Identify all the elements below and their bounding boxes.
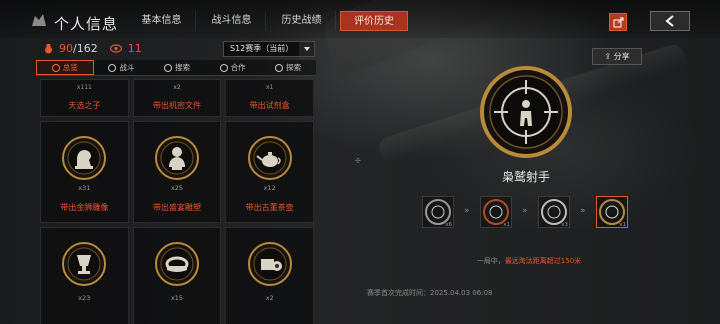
medal-count: 90/162 — [59, 42, 98, 55]
logo-icon — [32, 14, 46, 26]
tier-count: x1 — [503, 222, 510, 228]
medal-count-label: x12 — [263, 184, 276, 192]
medal-count-label: x25 — [170, 184, 184, 192]
back-icon — [665, 15, 674, 27]
first-complete-time: 赛季首次完成时间：2025.04.03 06:08 — [367, 289, 493, 297]
tier-node[interactable]: x1 — [596, 196, 628, 228]
medal-card[interactable]: x15 — [132, 227, 222, 324]
medal-tier-progress: x6 » x1 » x3 » x1 — [422, 196, 632, 232]
tier-node[interactable]: x3 — [538, 196, 570, 228]
tier-count: x6 — [445, 222, 452, 228]
arrow-right-icon: » — [464, 206, 470, 216]
medal-card[interactable]: x31 带出金狮雕像 — [40, 121, 129, 223]
subtab-explore[interactable]: 探索 — [260, 60, 316, 75]
camera-icon — [247, 242, 292, 286]
arrow-right-icon: » — [522, 206, 528, 216]
medal-card[interactable]: x2 带出机密文件 — [132, 79, 222, 117]
tab-battle-info[interactable]: 战斗信息 — [198, 11, 266, 31]
category-tabs: 总览 战斗 搜索 合作 探索 — [36, 60, 316, 76]
medal-count-label: x2 — [265, 294, 274, 302]
medal-card[interactable]: x111 天选之子 — [40, 79, 129, 117]
view-count: 11 — [127, 42, 142, 55]
page-title: 个人信息 — [54, 15, 119, 33]
subtab-search[interactable]: 搜索 — [149, 60, 205, 75]
bust-statue-icon — [155, 136, 199, 180]
medal-name: 带出试剂盒 — [249, 101, 290, 110]
share-label: 分享 — [613, 52, 630, 61]
medal-count-label: x111 — [76, 84, 92, 91]
season-select[interactable]: S12赛季（当前） — [223, 41, 315, 57]
teapot-icon — [247, 136, 292, 180]
decorative-mark: ✣ — [355, 157, 361, 165]
top-bar: 个人信息 基本信息 战斗信息 历史战绩 评价历史 — [0, 0, 720, 38]
season-select-value: S12赛季（当前） — [230, 44, 294, 53]
medal-card[interactable]: x23 — [40, 227, 129, 324]
medal-card[interactable]: x25 带出盛宴雕塑 — [132, 121, 222, 223]
medal-count-label: x15 — [170, 294, 184, 302]
subtab-combat[interactable]: 战斗 — [94, 60, 150, 75]
tier-count: x3 — [561, 222, 568, 228]
sniper-scope-medal-icon — [480, 66, 572, 158]
medal-count-label: x23 — [78, 294, 91, 302]
share-button[interactable]: ⇪ 分享 — [592, 48, 642, 65]
back-button[interactable] — [650, 11, 690, 31]
tier-node[interactable]: x6 — [422, 196, 454, 228]
medal-name: 天选之子 — [68, 101, 101, 110]
tier-node[interactable]: x1 — [480, 196, 512, 228]
explore-icon — [275, 63, 284, 72]
medal-count-label: x2 — [173, 84, 181, 91]
subtab-cooperation[interactable]: 合作 — [205, 60, 261, 75]
medal-name: 带出古董茶壶 — [245, 203, 294, 212]
arrow-right-icon: » — [580, 206, 586, 216]
stats-bar: 90/162 11 — [44, 42, 142, 55]
share-export-button[interactable] — [609, 13, 627, 31]
medal-description: 一局中，最远淘汰距离超过150米 — [476, 257, 582, 265]
medal-name: 带出金狮雕像 — [60, 203, 109, 212]
medal-name: 带出盛宴雕塑 — [153, 203, 201, 212]
tab-basic-info[interactable]: 基本信息 — [128, 11, 196, 31]
tab-history-record[interactable]: 历史战绩 — [268, 11, 336, 31]
medal-card[interactable]: x2 — [225, 227, 315, 324]
search-icon — [163, 63, 172, 72]
medal-grid: x111 天选之子 x2 带出机密文件 x1 带出试剂盒 x31 带出金狮雕像 — [40, 79, 315, 324]
lion-statue-icon — [62, 136, 107, 180]
combat-icon — [108, 63, 117, 72]
tab-rating-history[interactable]: 评价历史 — [340, 11, 408, 31]
medal-count-label: x1 — [265, 84, 274, 91]
tier-count: x1 — [619, 222, 626, 228]
medal-title: 枭鹫射手 — [501, 170, 550, 184]
medal-count-label: x31 — [78, 184, 91, 192]
share-icon: ⇪ — [604, 52, 612, 61]
chevron-down-icon — [299, 42, 314, 56]
medal-card[interactable]: x12 带出古董茶壶 — [225, 121, 315, 223]
medal-card[interactable]: x1 带出试剂盒 — [225, 79, 315, 117]
overview-icon — [51, 63, 60, 72]
medal-count-icon — [45, 43, 52, 53]
cooperation-icon — [219, 63, 228, 72]
eye-icon — [109, 44, 122, 53]
medal-name: 带出机密文件 — [153, 101, 201, 110]
crown-icon — [155, 242, 199, 286]
trophy-vase-icon — [62, 242, 107, 286]
subtab-overview[interactable]: 总览 — [36, 60, 94, 75]
share-export-icon — [613, 17, 623, 27]
